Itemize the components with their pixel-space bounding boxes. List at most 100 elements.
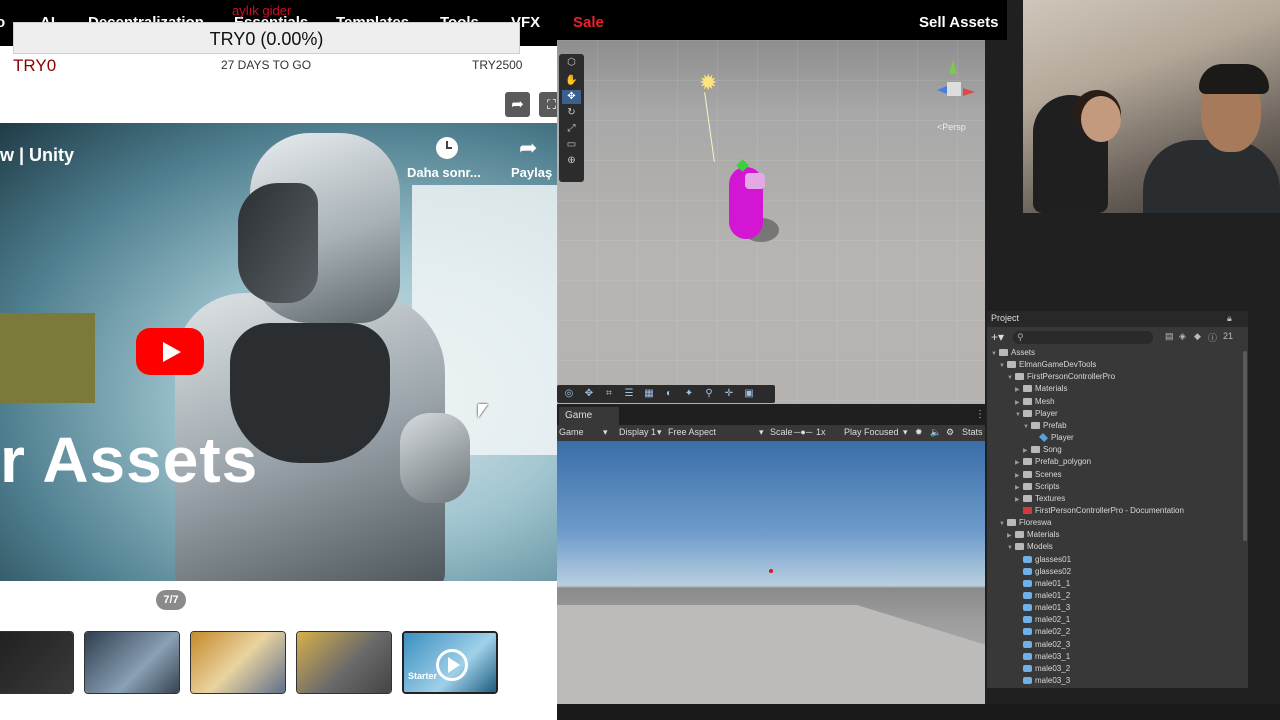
expand-arrow-icon[interactable]: ▼ xyxy=(1015,409,1023,421)
project-tree-item[interactable]: ▶ Prefab_polygon xyxy=(1015,456,1091,468)
layers-icon[interactable]: ▦ xyxy=(641,387,657,401)
project-tree-item[interactable]: male01_3 xyxy=(1015,602,1070,614)
gizmo-center-icon[interactable] xyxy=(947,82,961,96)
view-options-icon[interactable]: ⬡ xyxy=(562,56,581,70)
project-tree-item[interactable]: male03_2 xyxy=(1015,663,1070,675)
transform-tool-icon[interactable]: ⊕ xyxy=(562,154,581,168)
project-tree-item[interactable]: male03_1 xyxy=(1015,651,1070,663)
project-tree-item[interactable]: glasses01 xyxy=(1015,554,1071,566)
effects-icon[interactable]: ✦ xyxy=(681,387,697,401)
scene-view[interactable]: ⬡ ✋ ✥ ↻ ⤢ ▭ ⊕ ✹ <Persp xyxy=(557,40,985,404)
fullscreen-button[interactable]: ⛶ xyxy=(539,92,557,117)
project-tree-item[interactable]: ▶ Materials xyxy=(1007,529,1059,541)
gallery-thumbnail-active[interactable]: Starter xyxy=(402,631,498,694)
nav-item-partial[interactable]: o xyxy=(0,14,5,31)
gallery-thumbnail[interactable] xyxy=(190,631,286,694)
project-tree-item[interactable]: ▼ Assets xyxy=(991,347,1035,359)
expand-arrow-icon[interactable]: ▼ xyxy=(1007,372,1015,384)
camera-icon[interactable]: ▣ xyxy=(741,387,757,401)
gizmo-y-axis-icon[interactable] xyxy=(949,60,957,74)
gallery-thumbnail[interactable] xyxy=(84,631,180,694)
gizmo-x-axis-icon[interactable] xyxy=(963,88,975,96)
scale-tool-icon[interactable]: ⤢ xyxy=(562,122,581,136)
project-tree-item[interactable]: ▶ Scenes xyxy=(1015,469,1062,481)
gallery-thumbnail[interactable] xyxy=(0,631,74,694)
scale-slider[interactable]: ─●─ xyxy=(794,427,812,437)
align-icon[interactable]: ☰ xyxy=(621,387,637,401)
zoom-icon[interactable]: ⚲ xyxy=(701,387,717,401)
aspect-dropdown[interactable]: Free Aspect xyxy=(668,427,716,437)
lock-icon[interactable]: 🔒︎ xyxy=(1227,313,1232,324)
filter-label-icon[interactable]: ◈ xyxy=(1179,331,1186,342)
dropdown-chevron-icon[interactable]: ▾ xyxy=(759,427,764,438)
project-tree-item[interactable]: ▼ ElmanGameDevTools xyxy=(999,359,1096,371)
project-tree-item[interactable]: ▶ Textures xyxy=(1015,493,1065,505)
expand-arrow-icon[interactable]: ▼ xyxy=(1007,542,1015,554)
filter-type-icon[interactable]: ▤ xyxy=(1165,331,1174,342)
project-tree-item[interactable]: Player xyxy=(1031,432,1074,444)
project-tree-item[interactable]: male02_1 xyxy=(1015,614,1070,626)
tab-project[interactable]: Project xyxy=(991,313,1019,323)
more-options-icon[interactable]: ⋮ xyxy=(975,409,985,420)
project-tree-item[interactable]: ▶ Song xyxy=(1023,444,1062,456)
project-tree-item[interactable]: male02_2 xyxy=(1015,626,1070,638)
play-circle-icon[interactable] xyxy=(436,649,468,681)
project-tree-item[interactable]: glasses02 xyxy=(1015,566,1071,578)
project-tree-item[interactable]: male01_1 xyxy=(1015,578,1070,590)
pivot-icon[interactable]: ✥ xyxy=(581,387,597,401)
project-tree-item[interactable]: ▼ FirstPersonControllerPro xyxy=(1007,371,1115,383)
dropdown-chevron-icon[interactable]: ▾ xyxy=(903,427,908,438)
gizmos-icon[interactable]: ◎ xyxy=(561,387,577,401)
expand-arrow-icon[interactable]: ▼ xyxy=(991,348,999,360)
gizmo-z-axis-icon[interactable] xyxy=(937,86,947,94)
gizmo-toggle-icon[interactable]: ✹ xyxy=(915,427,923,438)
project-tree-item[interactable]: FirstPersonControllerPro - Documentation xyxy=(1015,505,1184,517)
project-tree-item[interactable]: ▶ Materials xyxy=(1015,383,1067,395)
project-tree-item[interactable]: ▼ Prefab xyxy=(1023,420,1067,432)
project-tree-item[interactable]: male03_3 xyxy=(1015,675,1070,687)
project-search-input[interactable]: ⚲ xyxy=(1013,331,1153,344)
stats-toggle[interactable]: Stats xyxy=(962,427,983,437)
clock-icon[interactable] xyxy=(436,137,458,159)
video-share-label[interactable]: Paylaş xyxy=(511,165,552,180)
video-title[interactable]: w | Unity xyxy=(0,145,74,166)
expand-arrow-icon[interactable]: ▼ xyxy=(999,360,1007,372)
dropdown-chevron-icon[interactable]: ▾ xyxy=(603,427,608,438)
expand-arrow-icon[interactable]: ▼ xyxy=(1023,421,1031,433)
rotate-tool-icon[interactable]: ↻ xyxy=(562,106,581,120)
move-axis-icon[interactable]: ✛ xyxy=(721,387,737,401)
share-button[interactable]: ➦ xyxy=(505,92,530,117)
expand-arrow-icon[interactable]: ▼ xyxy=(999,518,1007,530)
settings-icon[interactable]: ⚙ xyxy=(946,427,954,438)
project-tree-item[interactable]: male02_3 xyxy=(1015,639,1070,651)
display-dropdown[interactable]: Display 1 xyxy=(619,427,656,437)
nav-item-sell-assets[interactable]: Sell Assets xyxy=(919,14,999,31)
tag-icon[interactable]: ◆ xyxy=(1194,331,1201,342)
video-player[interactable]: w | Unity Daha sonr... ➦ Paylaş r Assets xyxy=(0,123,557,581)
project-tree-item[interactable]: ▼ Models xyxy=(1007,541,1053,553)
share-arrow-icon[interactable]: ➦ xyxy=(519,135,537,161)
add-asset-button[interactable]: +▾ xyxy=(991,330,1004,344)
shading-icon[interactable]: ◐ xyxy=(661,387,677,401)
game-view[interactable] xyxy=(557,441,985,704)
persp-toggle[interactable]: <Persp xyxy=(937,122,966,132)
view-dropdown[interactable]: Game xyxy=(559,427,584,437)
project-tree-item[interactable]: male01_2 xyxy=(1015,590,1070,602)
gallery-thumbnail[interactable] xyxy=(296,631,392,694)
project-scrollbar[interactable] xyxy=(1243,351,1247,541)
project-tree-item[interactable]: ▼ Floreswa xyxy=(999,517,1051,529)
nav-item-sale[interactable]: Sale xyxy=(573,14,604,31)
project-tree-item[interactable]: ▶ Scripts xyxy=(1015,481,1059,493)
move-tool-icon[interactable]: ✥ xyxy=(562,90,581,104)
watch-later-label[interactable]: Daha sonr... xyxy=(407,165,481,180)
hand-tool-icon[interactable]: ✋ xyxy=(562,74,581,88)
orientation-gizmo[interactable] xyxy=(937,60,977,120)
rect-tool-icon[interactable]: ▭ xyxy=(562,138,581,152)
directional-light-icon[interactable]: ✹ xyxy=(699,70,717,96)
mute-audio-icon[interactable]: 🔈 xyxy=(930,427,941,438)
project-tree-item[interactable]: ▶ Mesh xyxy=(1015,396,1055,408)
dropdown-chevron-icon[interactable]: ▾ xyxy=(657,427,662,438)
info-icon[interactable]: ⓘ xyxy=(1208,331,1217,344)
project-tree-item[interactable]: ▼ Player xyxy=(1015,408,1058,420)
play-focus-dropdown[interactable]: Play Focused xyxy=(844,427,899,437)
